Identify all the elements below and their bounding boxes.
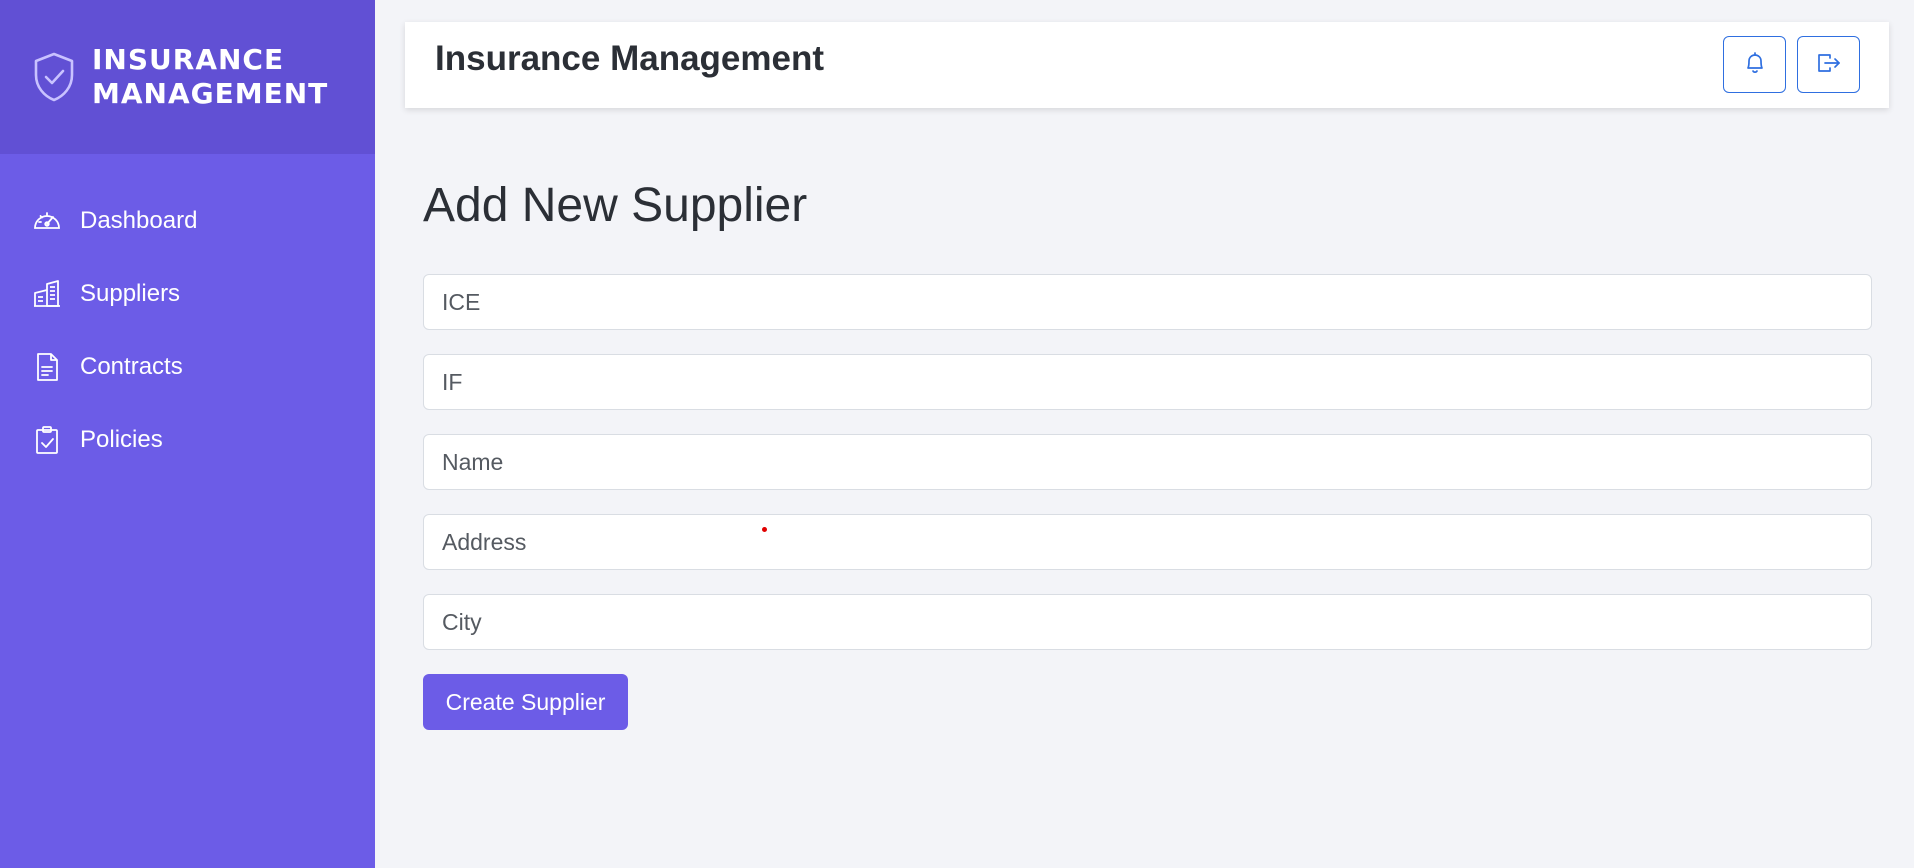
create-supplier-button[interactable]: Create Supplier: [423, 674, 628, 730]
address-input[interactable]: [423, 514, 1872, 570]
top-header: Insurance Management: [405, 22, 1889, 108]
cursor-marker: [762, 527, 767, 532]
buildings-icon: [32, 279, 62, 309]
app-root: INSURANCE MANAGEMENT Dashboard Suppliers…: [0, 0, 1914, 868]
logout-icon: [1816, 52, 1842, 77]
sidebar: INSURANCE MANAGEMENT Dashboard Suppliers…: [0, 0, 375, 868]
city-input[interactable]: [423, 594, 1872, 650]
sidebar-item-label: Dashboard: [80, 206, 198, 234]
name-input[interactable]: [423, 434, 1872, 490]
document-icon: [32, 352, 62, 382]
header-title: Insurance Management: [435, 39, 824, 78]
bell-icon: [1744, 51, 1766, 78]
sidebar-item-label: Contracts: [80, 352, 183, 380]
sidebar-item-contracts[interactable]: Contracts: [0, 330, 375, 403]
shield-check-icon: [32, 51, 76, 103]
brand-line-1: INSURANCE: [92, 43, 285, 76]
sidebar-nav: Dashboard Suppliers Contracts Policies: [0, 184, 375, 476]
brand[interactable]: INSURANCE MANAGEMENT: [0, 0, 375, 154]
sidebar-item-label: Suppliers: [80, 279, 181, 307]
page-title: Add New Supplier: [423, 179, 808, 232]
sidebar-item-suppliers[interactable]: Suppliers: [0, 257, 375, 330]
speedometer-icon: [32, 206, 62, 236]
notifications-button[interactable]: [1723, 36, 1786, 93]
sidebar-item-label: Policies: [80, 425, 163, 453]
clipboard-check-icon: [32, 425, 62, 455]
if-input[interactable]: [423, 354, 1872, 410]
brand-name: INSURANCE MANAGEMENT: [92, 43, 328, 111]
sidebar-item-policies[interactable]: Policies: [0, 403, 375, 476]
brand-line-2: MANAGEMENT: [92, 77, 329, 110]
logout-button[interactable]: [1797, 36, 1860, 93]
sidebar-item-dashboard[interactable]: Dashboard: [0, 184, 375, 257]
ice-input[interactable]: [423, 274, 1872, 330]
